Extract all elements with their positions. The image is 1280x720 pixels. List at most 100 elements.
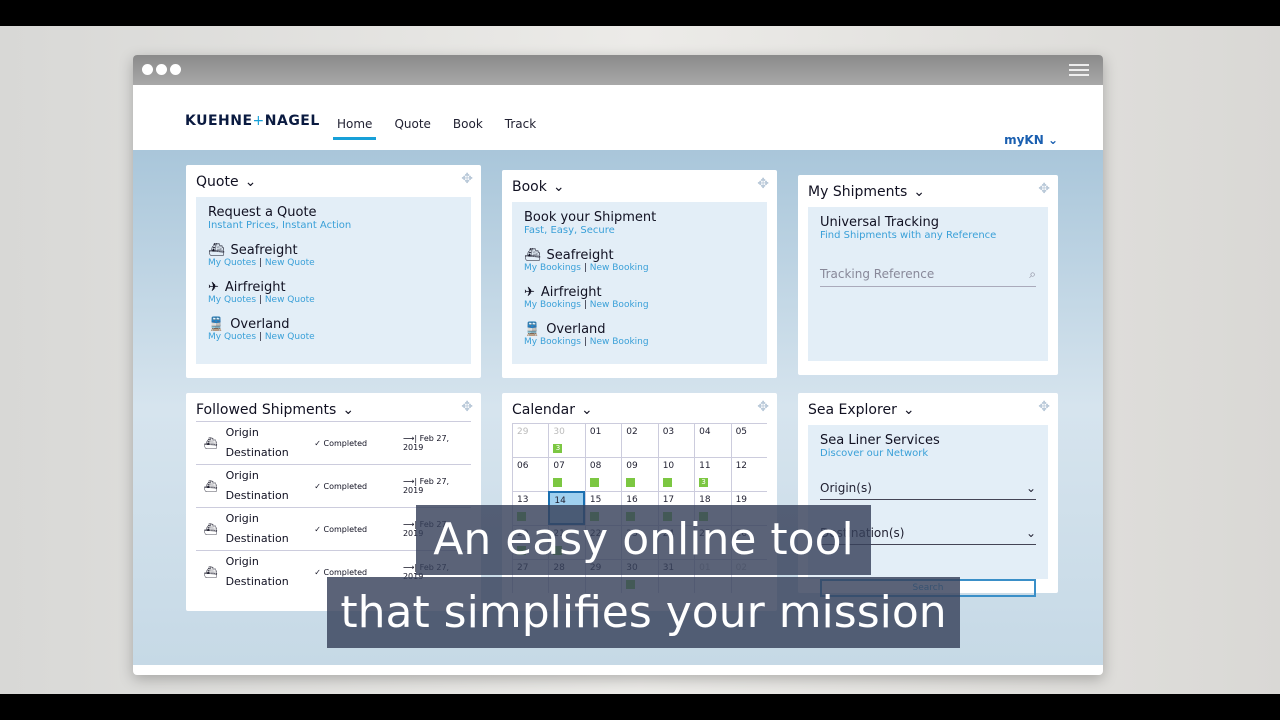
chevron-down-icon[interactable]: ⌄ (342, 402, 354, 418)
move-icon[interactable]: ✥ (757, 399, 769, 415)
nav-home[interactable]: Home (333, 117, 377, 140)
ship-icon: ⛴ (208, 243, 225, 258)
item-label: Airfreight (540, 285, 602, 300)
ship-icon: ⛴ (203, 436, 218, 450)
calendar-day[interactable]: 06 (512, 457, 549, 491)
item-label: Overland (230, 317, 290, 332)
destination-label: Destination (225, 446, 289, 459)
move-icon[interactable]: ✥ (757, 176, 769, 192)
my-quotes-link[interactable]: My Quotes (208, 332, 256, 342)
arrival-date: ⟶| Feb 27, 2019 (402, 477, 450, 495)
shipment-row[interactable]: ⛴ Origin Destination ✓ Completed ⟶| Feb 27, … (196, 464, 471, 507)
calendar-day[interactable]: 07 (548, 457, 585, 491)
status: ✓ Completed (314, 481, 368, 491)
calendar-day[interactable]: 30 3 (548, 423, 585, 457)
nav-quote[interactable]: Quote (390, 117, 434, 140)
calendar-day[interactable]: 10 (657, 457, 695, 491)
shipment-row[interactable]: ⛴ Origin Destination ✓ Completed ⟶| Feb 27, … (196, 421, 471, 464)
new-booking-link[interactable]: New Booking (590, 300, 649, 310)
item-label: Overland (546, 322, 606, 337)
calendar-day[interactable]: 02 (621, 423, 658, 457)
account-menu[interactable]: myKN ⌄ (1004, 133, 1058, 147)
calendar-day[interactable]: 12 (730, 457, 767, 491)
truck-icon: 🚆 (524, 322, 541, 337)
chevron-down-icon[interactable]: ⌄ (581, 402, 593, 418)
new-booking-link[interactable]: New Booking (590, 263, 649, 273)
nav-book[interactable]: Book (449, 117, 487, 140)
event-count-badge: 3 (553, 444, 563, 453)
card-title: Followed Shipments (196, 402, 337, 418)
new-quote-link[interactable]: New Quote (265, 258, 315, 268)
new-quote-link[interactable]: New Quote (265, 332, 315, 342)
card-subtitle: Discover our Network (820, 448, 929, 459)
ship-icon: ⛴ (203, 565, 218, 579)
event-marker (589, 478, 599, 487)
move-icon[interactable]: ✥ (461, 399, 473, 415)
chevron-down-icon: ⌄ (1025, 481, 1036, 495)
my-quotes-link[interactable]: My Quotes (208, 295, 256, 305)
main-nav: Home Quote Book Track (333, 117, 540, 140)
chevron-down-icon[interactable]: ⌄ (245, 174, 257, 190)
hamburger-menu-icon[interactable] (1069, 64, 1089, 76)
check-icon: ✓ (314, 567, 321, 577)
item-label: Seafreight (546, 248, 614, 263)
event-count-badge: 3 (699, 478, 709, 487)
status: ✓ Completed (314, 567, 368, 577)
new-booking-link[interactable]: New Booking (590, 337, 649, 347)
calendar-day[interactable]: 09 (621, 457, 658, 491)
plane-icon: ✈ (524, 285, 535, 300)
window-dot-icon[interactable] (156, 64, 167, 75)
card-heading: Book your Shipment (524, 210, 657, 225)
chevron-down-icon[interactable]: ⌄ (913, 184, 925, 200)
chevron-down-icon[interactable]: ⌄ (903, 402, 915, 418)
arrow-icon: ⟶| (402, 563, 418, 572)
check-icon: ✓ (314, 438, 321, 448)
calendar-day[interactable]: 04 (694, 423, 731, 457)
event-marker (626, 478, 636, 487)
tracking-reference-input[interactable]: Tracking Reference (820, 267, 934, 282)
status: ✓ Completed (314, 524, 368, 534)
window-dot-icon[interactable] (142, 64, 153, 75)
ship-icon: ⛴ (203, 522, 218, 536)
my-bookings-link[interactable]: My Bookings (524, 337, 581, 347)
site-header: KUEHNE+NAGEL Home Quote Book Track myKN … (133, 85, 1103, 150)
move-icon[interactable]: ✥ (1038, 181, 1050, 197)
search-icon[interactable]: ⌕ (1029, 267, 1036, 282)
card-heading: Universal Tracking (820, 215, 940, 230)
calendar-day[interactable]: 29 (512, 423, 549, 457)
ship-icon: ⛴ (203, 479, 218, 493)
move-icon[interactable]: ✥ (461, 171, 473, 187)
chevron-down-icon: ⌄ (1025, 526, 1036, 540)
move-icon[interactable]: ✥ (1038, 399, 1050, 415)
calendar-day[interactable]: 05 (730, 423, 767, 457)
origin-label: Origin (225, 512, 259, 525)
check-icon: ✓ (314, 524, 321, 534)
card-title: Quote (196, 174, 239, 190)
destination-label: Destination (225, 489, 289, 502)
my-bookings-link[interactable]: My Bookings (524, 263, 581, 273)
origin-label: Origin (225, 555, 259, 568)
my-quotes-link[interactable]: My Quotes (208, 258, 256, 268)
chevron-down-icon[interactable]: ⌄ (553, 179, 565, 195)
calendar-day[interactable]: 01 (584, 423, 622, 457)
logo[interactable]: KUEHNE+NAGEL (185, 113, 320, 129)
new-quote-link[interactable]: New Quote (265, 295, 315, 305)
quote-card: Quote ⌄ ✥ Request a Quote Instant Prices,… (186, 165, 481, 378)
my-bookings-link[interactable]: My Bookings (524, 300, 581, 310)
status: ✓ Completed (314, 438, 368, 448)
caption-line-2: that simplifies your mission (327, 577, 960, 648)
calendar-day[interactable]: 03 (657, 423, 695, 457)
event-marker (553, 478, 563, 487)
destination-label: Destination (225, 532, 289, 545)
nav-track[interactable]: Track (501, 117, 540, 140)
truck-icon: 🚆 (208, 317, 225, 332)
arrow-icon: ⟶| (402, 520, 418, 529)
window-dot-icon[interactable] (170, 64, 181, 75)
calendar-day[interactable]: 11 3 (694, 457, 731, 491)
caption-line-1: An easy online tool (416, 505, 871, 575)
origin-select[interactable]: Origin(s) ⌄ (820, 477, 1036, 500)
arrow-icon: ⟶| (402, 434, 418, 443)
arrow-icon: ⟶| (402, 477, 418, 486)
calendar-day[interactable]: 08 (584, 457, 622, 491)
origin-label: Origin (225, 426, 259, 439)
